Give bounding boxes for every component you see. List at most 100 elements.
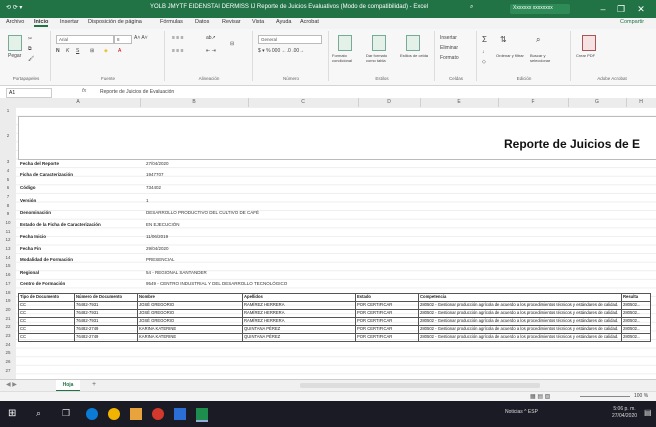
restore-button[interactable]: ❐ (614, 2, 628, 16)
tab-home[interactable]: Inicio (34, 19, 49, 27)
column-header[interactable]: G (568, 98, 627, 107)
indent-icon[interactable]: ⇤ ⇥ (206, 48, 216, 54)
italic-button[interactable]: K (66, 48, 69, 54)
format-cells-button[interactable]: Formato (440, 55, 459, 61)
excel-icon[interactable] (196, 408, 208, 422)
table-cell[interactable]: QUINTANA PÉREZ (242, 333, 356, 342)
row-header[interactable]: 1 (0, 108, 16, 113)
field-value[interactable]: EN EJECUCIÓN (146, 222, 180, 227)
tab-help[interactable]: Ayuda (276, 19, 292, 25)
column-title[interactable]: Nombre (137, 293, 243, 302)
horizontal-scrollbar[interactable] (300, 383, 540, 388)
table-row[interactable]: CC 76482-7931 JOSÉ GREGORIO RAMÍREZ HERR… (18, 317, 651, 326)
row-header[interactable]: 3 (0, 159, 16, 164)
copy-icon[interactable]: ⧉ (28, 46, 32, 52)
row-header[interactable]: 4 (0, 168, 16, 173)
field-value[interactable]: 11/06/2019 (146, 234, 168, 239)
minimize-button[interactable]: – (596, 2, 610, 16)
row-header[interactable]: 18 (0, 290, 16, 295)
table-cell[interactable]: 76482-7931 (74, 317, 138, 326)
cell-styles-button[interactable]: Estilos de celda (400, 53, 430, 58)
insert-cells-button[interactable]: Insertar (440, 35, 457, 41)
fill-icon[interactable]: ↓ (482, 49, 485, 55)
table-cell[interactable]: CC (18, 309, 75, 318)
notifications-icon[interactable]: ▤ (644, 408, 652, 417)
find-icon[interactable]: ⌕ (536, 35, 540, 45)
format-as-table-button[interactable]: Dar formato como tabla (366, 53, 396, 63)
align-left-icon[interactable]: ≡ ≡ ≡ (172, 48, 184, 54)
table-cell[interactable]: 280502... (621, 301, 651, 310)
column-title[interactable]: Apellidos (242, 293, 356, 302)
app-icon[interactable] (152, 408, 164, 420)
conditional-format-icon[interactable] (338, 35, 352, 51)
user-account[interactable]: Xxxxxxx xxxxxxxx (510, 4, 570, 14)
row-header[interactable]: 26 (0, 359, 16, 364)
search-icon[interactable]: ⌕ (470, 4, 473, 11)
row-header[interactable]: 21 (0, 316, 16, 321)
field-value[interactable]: 29/04/2020 (146, 246, 169, 251)
find-select-button[interactable]: Buscar y seleccionar (530, 53, 564, 63)
row-header[interactable]: 15 (0, 263, 16, 268)
column-title[interactable]: Número de Documento (74, 293, 138, 302)
name-box[interactable]: A1 (6, 88, 52, 98)
column-title[interactable]: Resulta (621, 293, 651, 302)
column-title[interactable]: Competencia (418, 293, 622, 302)
row-header[interactable]: 27 (0, 368, 16, 373)
table-cell[interactable]: 280502... (621, 309, 651, 318)
row-header[interactable]: 12 (0, 237, 16, 242)
table-cell[interactable]: CC (18, 301, 75, 310)
table-cell[interactable]: KARINA KATERINE (137, 325, 243, 334)
file-explorer-icon[interactable] (130, 408, 142, 420)
fx-icon[interactable]: fx (82, 88, 86, 94)
underline-button[interactable]: S (76, 48, 79, 54)
sort-filter-icon[interactable]: ⇅ (500, 35, 507, 44)
row-header[interactable]: 24 (0, 342, 16, 347)
row-header[interactable]: 2 (0, 133, 16, 138)
view-mode-icons[interactable]: ▦ ▤ ▧ (530, 393, 550, 400)
table-cell[interactable]: QUINTANA PÉREZ (242, 325, 356, 334)
row-header[interactable]: 7 (0, 194, 16, 199)
table-cell[interactable]: 280502 - Gestionar producción agrícola d… (418, 333, 622, 342)
row-header[interactable]: 17 (0, 281, 16, 286)
table-cell[interactable]: POR CERTIFICAR (355, 333, 419, 342)
table-cell[interactable]: 280502 - Gestionar producción agrícola d… (418, 309, 622, 318)
sheet-nav-icon[interactable]: ◀ ▶ (6, 381, 17, 388)
bold-button[interactable]: N (56, 48, 60, 54)
row-header[interactable]: 6 (0, 185, 16, 190)
table-cell[interactable]: RAMÍREZ HERRERA (242, 301, 356, 310)
number-format-select[interactable]: General (258, 35, 322, 44)
table-cell[interactable]: RAMÍREZ HERRERA (242, 317, 356, 326)
create-pdf-button[interactable]: Crear PDF (576, 53, 606, 58)
table-row[interactable]: CC 76482-2749 KARINA KATERINE QUINTANA P… (18, 333, 651, 342)
table-cell[interactable]: POR CERTIFICAR (355, 309, 419, 318)
table-cell[interactable]: KARINA KATERINE (137, 333, 243, 342)
search-icon[interactable]: ⌕ (36, 408, 48, 420)
field-value[interactable]: 1947707 (146, 172, 164, 177)
table-row[interactable]: CC 76482-2749 KARINA KATERINE QUINTANA P… (18, 325, 651, 334)
table-cell[interactable]: 280502... (621, 317, 651, 326)
currency-icon[interactable]: $ ▾ % 000 ←.0 .00→ (258, 48, 304, 54)
table-cell[interactable]: JOSÉ GREGORIO (137, 301, 243, 310)
pdf-icon[interactable] (582, 35, 596, 51)
conditional-format-button[interactable]: Formato condicional (332, 53, 362, 63)
format-painter-icon[interactable]: 🖌 (28, 56, 34, 62)
table-cell[interactable]: POR CERTIFICAR (355, 317, 419, 326)
table-cell[interactable]: 280502 - Gestionar producción agrícola d… (418, 317, 622, 326)
mail-icon[interactable] (174, 408, 186, 420)
table-cell[interactable]: JOSÉ GREGORIO (137, 309, 243, 318)
column-header[interactable]: C (248, 98, 359, 107)
column-header[interactable]: D (358, 98, 421, 107)
column-header[interactable]: B (140, 98, 249, 107)
paste-button[interactable]: Pegar (8, 53, 21, 59)
table-cell[interactable]: 76482-7931 (74, 309, 138, 318)
autosum-icon[interactable]: Σ (482, 35, 487, 44)
row-header[interactable]: 19 (0, 298, 16, 303)
table-cell[interactable]: 76482-2749 (74, 333, 138, 342)
table-row[interactable]: CC 76482-7931 JOSÉ GREGORIO RAMÍREZ HERR… (18, 309, 651, 318)
clear-icon[interactable]: ◇ (482, 59, 486, 65)
format-table-icon[interactable] (372, 35, 386, 51)
cell-styles-icon[interactable] (406, 35, 420, 51)
font-name-select[interactable]: Arial (56, 35, 114, 44)
tab-data[interactable]: Datos (195, 19, 209, 25)
row-header[interactable]: 23 (0, 333, 16, 338)
